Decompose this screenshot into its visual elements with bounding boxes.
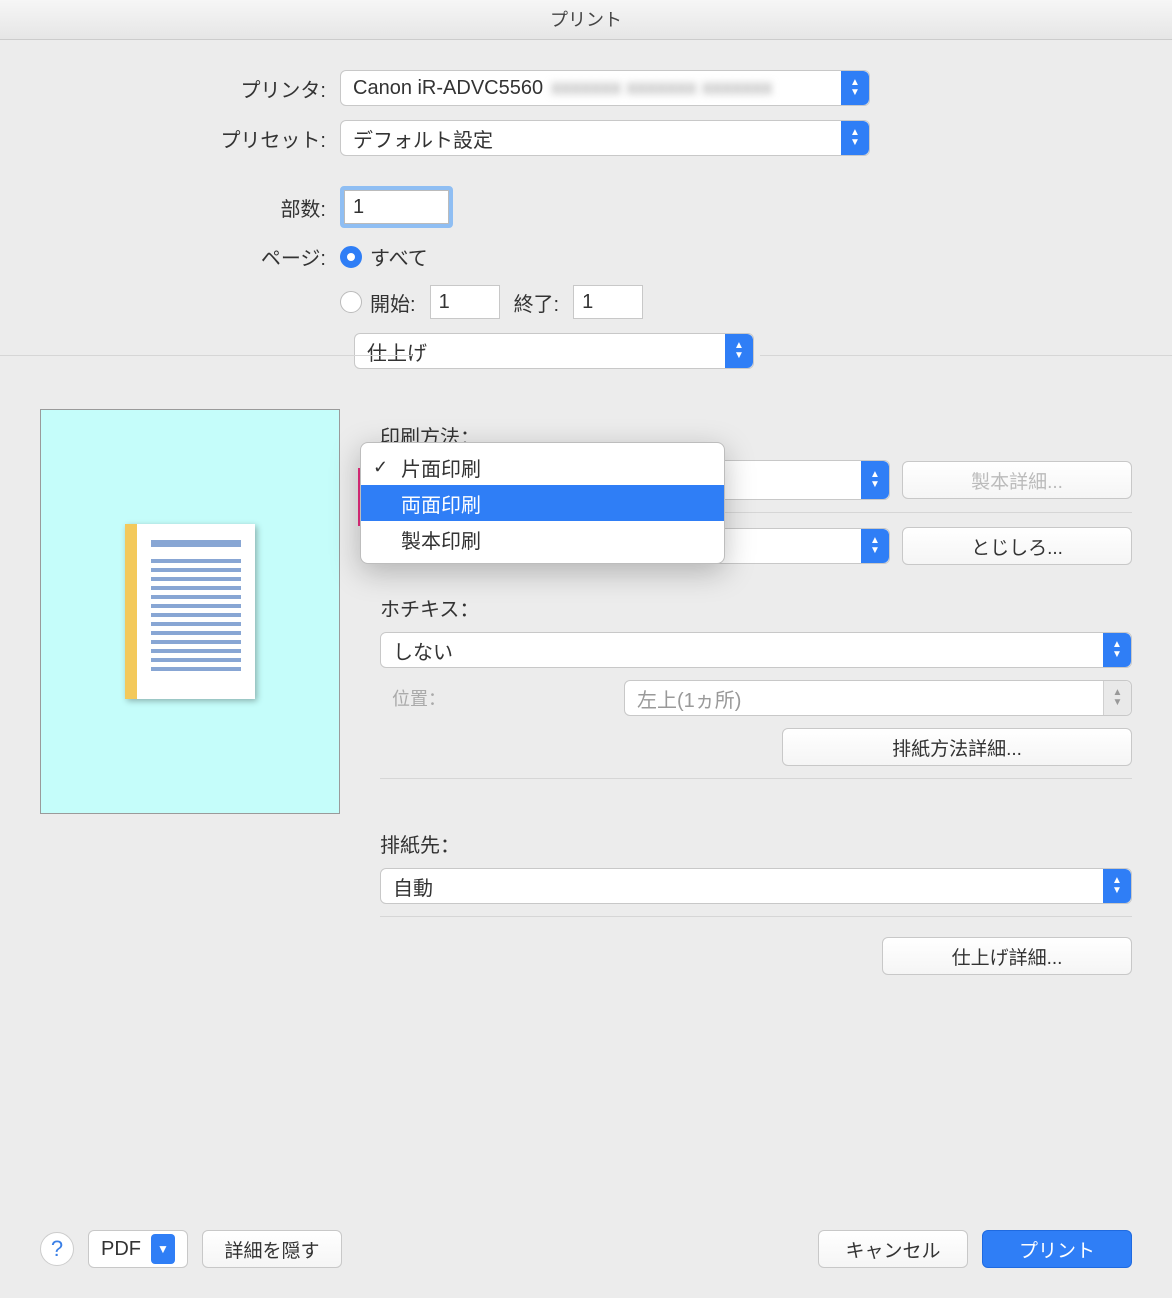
- panel-select[interactable]: 仕上げ ▲▼: [354, 333, 754, 369]
- output-dest-select[interactable]: 自動 ▲▼: [380, 868, 1132, 904]
- menu-item-single-sided[interactable]: ✓ 片面印刷: [361, 449, 724, 485]
- chevron-updown-icon: ▲▼: [1103, 681, 1131, 715]
- chevron-updown-icon: ▲▼: [1103, 633, 1131, 667]
- chevron-updown-icon: ▲▼: [725, 334, 753, 368]
- pdf-label: PDF: [101, 1238, 141, 1261]
- chevron-updown-icon: ▲▼: [841, 121, 869, 155]
- pages-all-radio[interactable]: [340, 246, 362, 268]
- chevron-updown-icon: ▲▼: [861, 461, 889, 499]
- help-button[interactable]: ?: [40, 1232, 74, 1266]
- output-dest-label: 排紙先：: [380, 829, 1132, 858]
- help-icon: ?: [51, 1236, 63, 1262]
- printer-extra-blurred: xxxxxxx xxxxxxx xxxxxxx: [551, 77, 772, 100]
- chevron-down-icon: ▼: [151, 1234, 175, 1264]
- menu-item-label: 両面印刷: [401, 489, 481, 518]
- pages-to-input[interactable]: 1: [573, 285, 643, 319]
- preset-select[interactable]: デフォルト設定 ▲▼: [340, 120, 870, 156]
- printer-select[interactable]: Canon iR-ADVC5560 xxxxxxx xxxxxxx xxxxxx…: [340, 70, 870, 106]
- copies-label: 部数:: [40, 193, 340, 222]
- pages-from-input[interactable]: 1: [430, 285, 500, 319]
- preset-value: デフォルト設定: [353, 124, 493, 153]
- gutter-button[interactable]: とじしろ...: [902, 527, 1132, 565]
- printer-label: プリンタ:: [40, 74, 340, 103]
- pages-to-label: 終了:: [514, 288, 560, 317]
- check-icon: ✓: [373, 457, 388, 478]
- staple-position-value: 左上(1ヵ所): [637, 684, 741, 713]
- staple-position-select: 左上(1ヵ所) ▲▼: [624, 680, 1132, 716]
- staple-select[interactable]: しない ▲▼: [380, 632, 1132, 668]
- pdf-menu-button[interactable]: PDF ▼: [88, 1230, 188, 1268]
- menu-item-double-sided[interactable]: 両面印刷: [361, 485, 724, 521]
- output-method-details-button[interactable]: 排紙方法詳細...: [782, 728, 1132, 766]
- pages-from-label: 開始:: [370, 288, 416, 317]
- staple-value: しない: [393, 636, 453, 665]
- print-button[interactable]: プリント: [982, 1230, 1132, 1268]
- finishing-details-button[interactable]: 仕上げ詳細...: [882, 937, 1132, 975]
- window-title: プリント: [0, 0, 1172, 40]
- staple-label: ホチキス：: [380, 593, 1132, 622]
- pages-range-radio[interactable]: [340, 291, 362, 313]
- chevron-updown-icon: ▲▼: [861, 529, 889, 563]
- staple-position-label: 位置：: [392, 685, 612, 711]
- menu-item-label: 片面印刷: [401, 453, 481, 482]
- booklet-details-button[interactable]: 製本詳細...: [902, 461, 1132, 499]
- copies-input[interactable]: 1: [344, 190, 449, 224]
- page-thumbnail-icon: [125, 524, 255, 699]
- print-preview: [40, 409, 340, 814]
- pages-all-label: すべて: [370, 242, 428, 271]
- chevron-updown-icon: ▲▼: [841, 71, 869, 105]
- hide-details-button[interactable]: 詳細を隠す: [202, 1230, 342, 1268]
- chevron-updown-icon: ▲▼: [1103, 869, 1131, 903]
- copies-focus-ring: 1: [340, 186, 453, 228]
- cancel-button[interactable]: キャンセル: [818, 1230, 968, 1268]
- print-method-menu: ✓ 片面印刷 両面印刷 製本印刷: [360, 442, 725, 564]
- preset-label: プリセット:: [40, 124, 340, 153]
- menu-item-booklet[interactable]: 製本印刷: [361, 521, 724, 557]
- pages-label: ページ:: [40, 242, 340, 271]
- panel-value: 仕上げ: [367, 337, 427, 366]
- output-dest-value: 自動: [393, 872, 433, 901]
- printer-value: Canon iR-ADVC5560: [353, 77, 543, 100]
- menu-item-label: 製本印刷: [401, 525, 481, 554]
